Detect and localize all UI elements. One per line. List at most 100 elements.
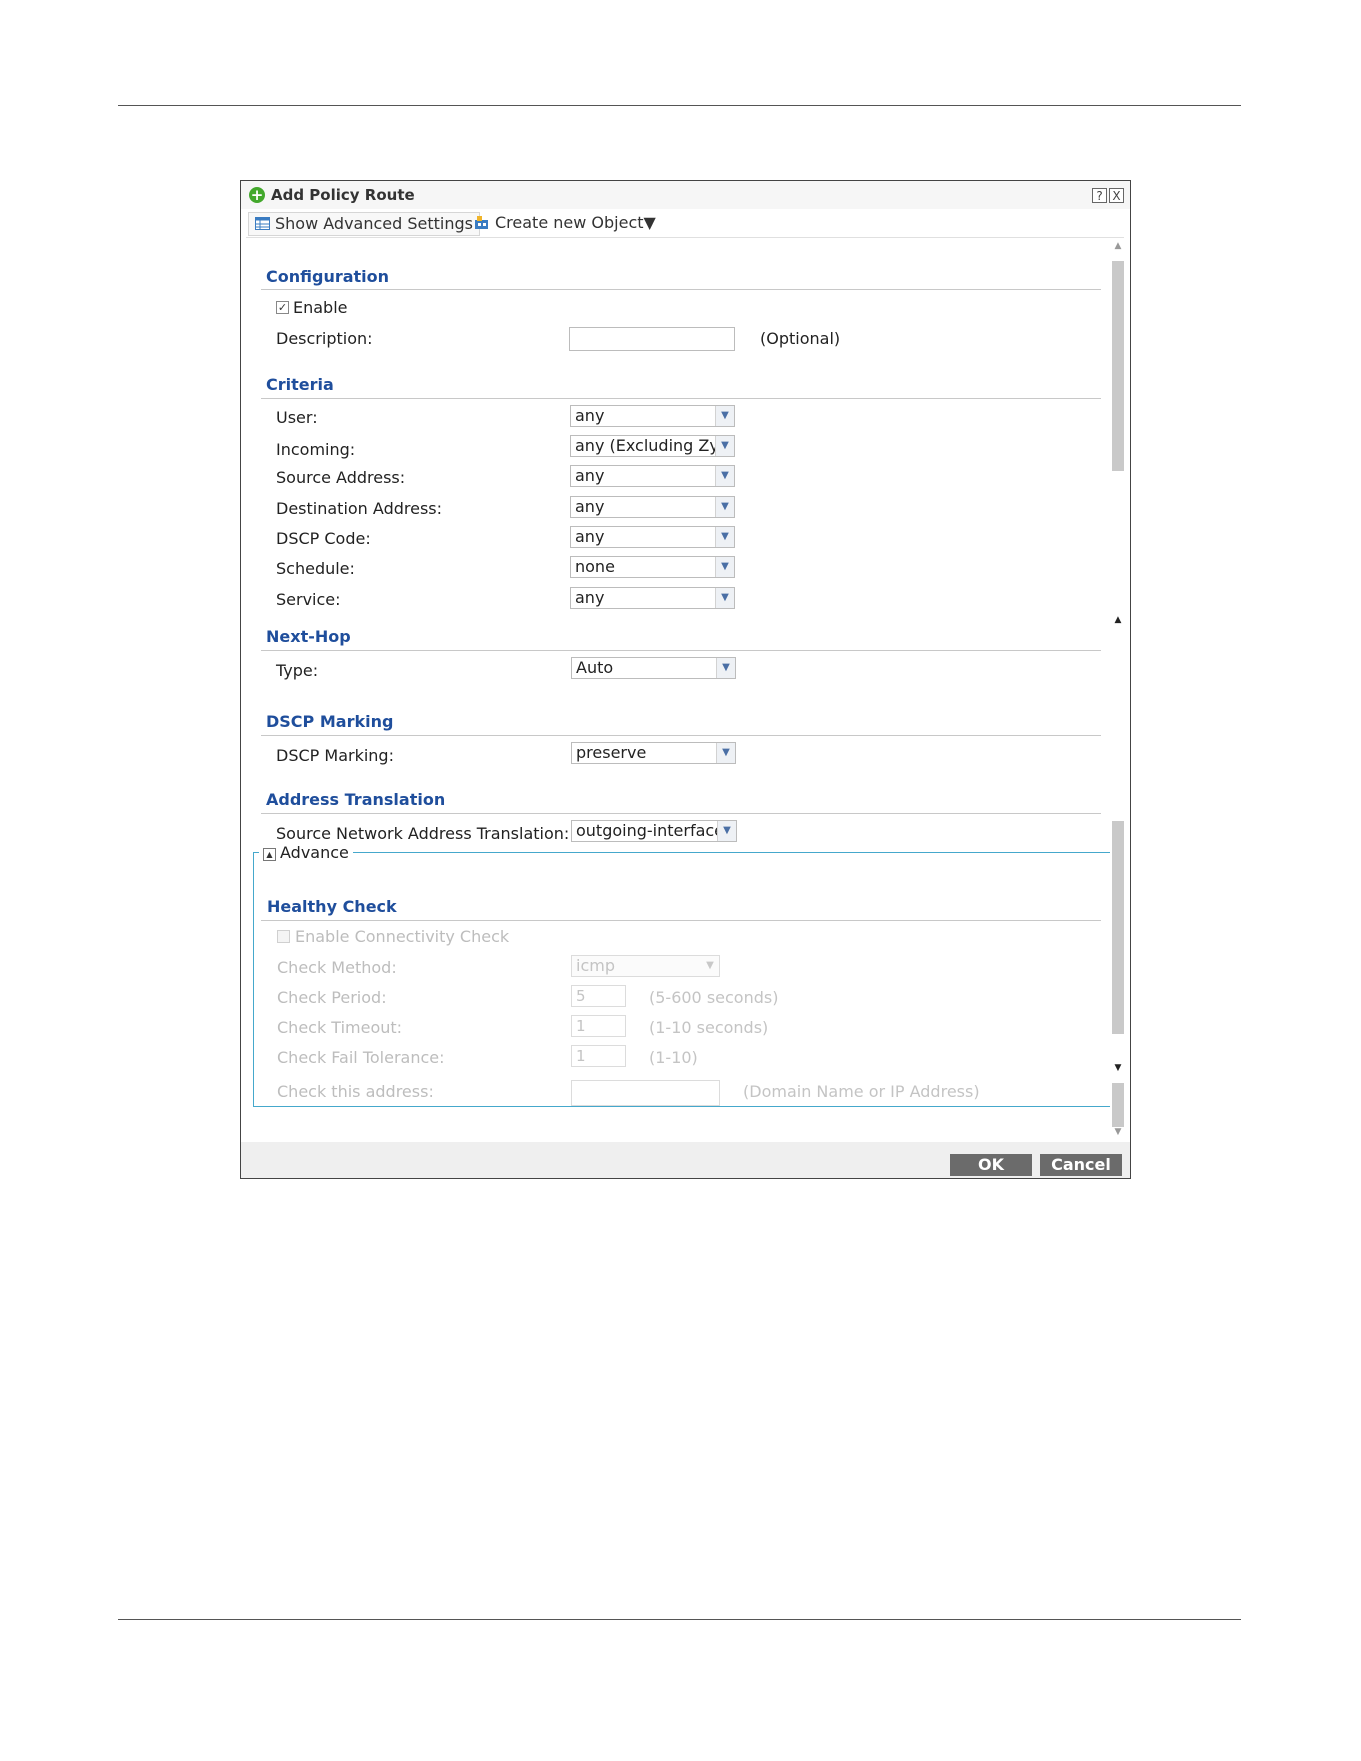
- criteria-label-source-address: Source Address:: [276, 468, 406, 487]
- check-timeout-input[interactable]: 1: [571, 1015, 626, 1037]
- user-select[interactable]: any ▼: [570, 405, 735, 427]
- dscp-code-select[interactable]: any ▼: [570, 526, 735, 548]
- description-optional-hint: (Optional): [760, 329, 841, 348]
- create-new-object-label: Create new Object▼: [495, 213, 656, 232]
- description-label: Description:: [276, 329, 373, 348]
- page-bottom-rule: [118, 1619, 1241, 1620]
- criteria-label-incoming: Incoming:: [276, 440, 356, 459]
- dialog-toolbar: Show Advanced Settings Create new Object…: [246, 210, 1124, 238]
- check-method-select[interactable]: icmp ▼: [571, 955, 720, 977]
- check-period-hint: (5-600 seconds): [649, 988, 779, 1007]
- address-translation-heading: Address Translation: [266, 790, 446, 809]
- configuration-heading: Configuration: [266, 267, 390, 286]
- show-advanced-settings-label: Show Advanced Settings: [275, 214, 473, 233]
- scroll-up-icon[interactable]: ▲: [1110, 241, 1126, 251]
- chevron-down-icon: ▼: [715, 406, 734, 426]
- snat-value: outgoing-interface: [576, 821, 725, 840]
- outer-scrollbar-lower-thumb[interactable]: [1112, 1083, 1124, 1127]
- create-new-object-menu[interactable]: Create new Object▼: [471, 212, 656, 234]
- next-hop-divider: [261, 650, 1101, 651]
- dscp-marking-heading: DSCP Marking: [266, 712, 394, 731]
- enable-connectivity-check-label: Enable Connectivity Check: [295, 927, 510, 946]
- destination-address-select-value: any: [575, 497, 605, 516]
- description-input[interactable]: [569, 327, 735, 351]
- advance-toggle[interactable]: ▲ Advance: [259, 843, 353, 862]
- inner-scrollbar-thumb[interactable]: [1112, 261, 1124, 471]
- scroll-down-icon[interactable]: ▼: [1110, 1127, 1126, 1137]
- dscp-marking-select[interactable]: preserve ▼: [571, 742, 736, 764]
- criteria-label-service: Service:: [276, 590, 341, 609]
- criteria-divider: [261, 398, 1101, 399]
- cancel-button[interactable]: Cancel: [1040, 1154, 1122, 1176]
- check-timeout-label: Check Timeout:: [277, 1018, 403, 1037]
- next-hop-type-select[interactable]: Auto ▼: [571, 657, 736, 679]
- incoming-select-value: any (Excluding ZyW: [575, 436, 735, 455]
- chevron-down-icon: ▼: [715, 436, 734, 456]
- check-method-value: icmp: [576, 956, 615, 975]
- outer-scrollbar[interactable]: ▼ ▼: [1110, 821, 1126, 1141]
- next-hop-type-value: Auto: [576, 658, 614, 677]
- snat-select[interactable]: outgoing-interface ▼: [571, 820, 737, 842]
- criteria-label-schedule: Schedule:: [276, 559, 355, 578]
- check-address-input[interactable]: [571, 1080, 720, 1106]
- dscp-marking-value: preserve: [576, 743, 647, 762]
- dscp-code-select-value: any: [575, 527, 605, 546]
- chevron-down-icon: ▼: [716, 743, 735, 763]
- criteria-label-user: User:: [276, 408, 318, 427]
- check-period-label: Check Period:: [277, 988, 387, 1007]
- next-hop-heading: Next-Hop: [266, 627, 351, 646]
- table-icon: [255, 217, 270, 230]
- check-address-label: Check this address:: [277, 1082, 434, 1101]
- check-fail-tolerance-hint: (1-10): [649, 1048, 698, 1067]
- add-policy-route-dialog: + Add Policy Route ? X Show Advanced Set…: [240, 180, 1131, 1179]
- outer-scrollbar-thumb[interactable]: [1112, 821, 1124, 1034]
- destination-address-select[interactable]: any ▼: [570, 496, 735, 518]
- enable-label: Enable: [293, 298, 348, 317]
- scroll-down-icon[interactable]: ▼: [1110, 1063, 1126, 1073]
- chevron-down-icon: ▼: [717, 821, 736, 841]
- chevron-down-icon: ▼: [715, 557, 734, 577]
- enable-connectivity-check-checkbox[interactable]: [277, 930, 290, 943]
- criteria-heading: Criteria: [266, 375, 334, 394]
- show-advanced-settings-button[interactable]: Show Advanced Settings: [248, 212, 480, 236]
- service-select[interactable]: any ▼: [570, 587, 735, 609]
- check-address-hint: (Domain Name or IP Address): [743, 1082, 980, 1101]
- check-fail-tolerance-input[interactable]: 1: [571, 1045, 626, 1067]
- dialog-footer: OK Cancel: [241, 1142, 1130, 1178]
- chevron-down-icon: ▼: [715, 588, 734, 608]
- chevron-down-icon: ▼: [716, 658, 735, 678]
- scroll-up-icon[interactable]: ▲: [1110, 615, 1126, 625]
- schedule-select-value: none: [575, 557, 615, 576]
- check-method-label: Check Method:: [277, 958, 397, 977]
- object-icon: [475, 216, 488, 229]
- service-select-value: any: [575, 588, 605, 607]
- healthy-check-divider: [261, 920, 1101, 921]
- configuration-divider: [261, 289, 1101, 290]
- dscp-marking-label: DSCP Marking:: [276, 746, 394, 765]
- chevron-down-icon: ▼: [715, 527, 734, 547]
- source-address-select-value: any: [575, 466, 605, 485]
- criteria-label-destination-address: Destination Address:: [276, 499, 443, 518]
- check-fail-tolerance-label: Check Fail Tolerance:: [277, 1048, 445, 1067]
- healthy-check-heading: Healthy Check: [267, 897, 397, 916]
- inner-scrollbar[interactable]: ▲ ▲: [1110, 241, 1126, 631]
- schedule-select[interactable]: none ▼: [570, 556, 735, 578]
- incoming-select[interactable]: any (Excluding ZyW ▼: [570, 435, 735, 457]
- chevron-down-icon: ▼: [701, 956, 719, 976]
- check-timeout-hint: (1-10 seconds): [649, 1018, 769, 1037]
- check-period-input[interactable]: 5: [571, 985, 626, 1007]
- chevron-down-icon: ▼: [715, 497, 734, 517]
- dialog-title: Add Policy Route: [271, 186, 415, 204]
- enable-checkbox[interactable]: ✓: [276, 301, 289, 314]
- help-button[interactable]: ?: [1092, 188, 1107, 203]
- dialog-titlebar: + Add Policy Route ? X: [241, 181, 1130, 209]
- close-button[interactable]: X: [1109, 188, 1124, 203]
- source-address-select[interactable]: any ▼: [570, 465, 735, 487]
- add-icon: +: [249, 186, 265, 204]
- ok-button[interactable]: OK: [950, 1154, 1032, 1176]
- chevron-down-icon: ▼: [715, 466, 734, 486]
- address-translation-divider: [261, 813, 1101, 814]
- snat-label: Source Network Address Translation:: [276, 824, 570, 843]
- user-select-value: any: [575, 406, 605, 425]
- page-top-rule: [118, 105, 1241, 106]
